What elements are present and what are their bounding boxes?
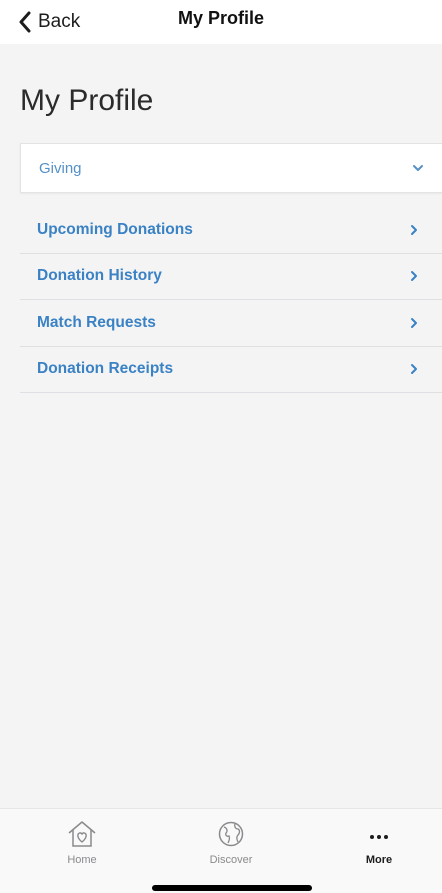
tab-bar: Home Discover More (0, 808, 442, 893)
page-title: My Profile (20, 84, 154, 117)
chevron-right-icon (411, 271, 417, 282)
tab-home-label: Home (67, 854, 97, 866)
menu-item-label: Donation History (37, 267, 162, 285)
menu-item-donation-receipts[interactable]: Donation Receipts (20, 347, 442, 393)
tab-more-label: More (365, 854, 393, 866)
home-indicator (152, 885, 312, 891)
menu-item-label: Match Requests (37, 313, 156, 331)
menu-item-upcoming-donations[interactable]: Upcoming Donations (20, 207, 442, 254)
tab-home[interactable]: Home (37, 819, 127, 866)
chevron-right-icon (411, 364, 417, 375)
home-heart-icon (68, 821, 96, 847)
giving-menu-list: Upcoming Donations Donation History Matc… (20, 207, 442, 393)
tab-discover[interactable]: Discover (186, 819, 276, 866)
tab-discover-label: Discover (209, 854, 253, 866)
menu-item-label: Upcoming Donations (37, 220, 193, 238)
section-label: Giving (39, 159, 82, 177)
more-dots-icon (370, 835, 388, 839)
menu-item-match-requests[interactable]: Match Requests (20, 300, 442, 347)
menu-item-label: Donation Receipts (37, 360, 174, 378)
chevron-right-icon (411, 224, 417, 235)
chevron-right-icon (411, 317, 417, 328)
tab-more[interactable]: More (334, 819, 424, 866)
navigation-bar: Back My Profile (0, 0, 442, 44)
nav-title: My Profile (177, 8, 265, 28)
menu-item-donation-history[interactable]: Donation History (20, 254, 442, 300)
giving-section-toggle[interactable]: Giving (20, 143, 442, 193)
globe-icon (218, 821, 244, 847)
chevron-down-icon (413, 165, 423, 171)
